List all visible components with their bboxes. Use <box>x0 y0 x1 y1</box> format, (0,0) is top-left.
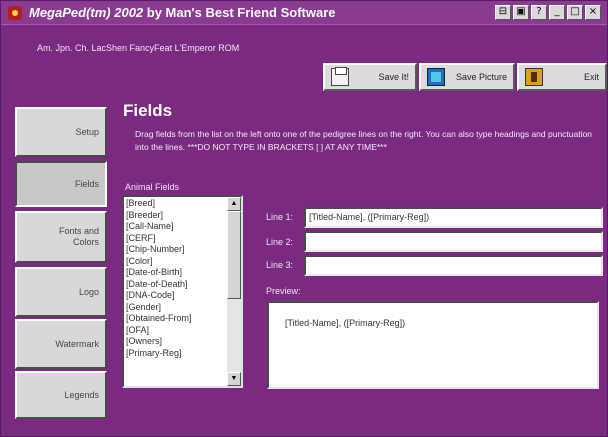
minimize-button[interactable]: _ <box>549 5 565 20</box>
sidebar: Setup Fields Fonts and Colors Logo Water… <box>15 107 107 419</box>
restore-layout-icon[interactable]: ⊟ <box>495 5 511 20</box>
scroll-down-arrow-icon[interactable]: ▼ <box>227 372 241 386</box>
sidebar-item-logo[interactable]: Logo <box>15 267 107 317</box>
picture-icon <box>427 68 445 86</box>
close-button[interactable]: × <box>585 5 601 20</box>
window-icon[interactable]: ▣ <box>513 5 529 20</box>
save-picture-button[interactable]: Save Picture <box>419 63 515 91</box>
line3-field[interactable] <box>304 255 603 276</box>
scroll-thumb[interactable] <box>227 211 241 299</box>
door-exit-icon <box>525 68 543 86</box>
list-item[interactable]: [Color] <box>126 256 226 268</box>
toolbar: Save It! Save Picture Exit <box>323 63 607 91</box>
animal-fields-label: Animal Fields <box>125 182 180 192</box>
list-item[interactable]: [Gender] <box>126 302 226 314</box>
line2-field[interactable] <box>304 231 603 252</box>
scroll-up-arrow-icon[interactable]: ▲ <box>227 197 241 211</box>
list-item[interactable]: [Breed] <box>126 198 226 210</box>
sidebar-item-watermark[interactable]: Watermark <box>15 319 107 369</box>
list-item[interactable]: [Breeder] <box>126 210 226 222</box>
list-item[interactable]: [Call-Name] <box>126 221 226 233</box>
page-title: Fields <box>123 101 173 120</box>
list-item[interactable]: [Chip-Number] <box>126 244 226 256</box>
sidebar-item-fields[interactable]: Fields <box>15 161 107 207</box>
exit-button[interactable]: Exit <box>517 63 607 91</box>
animal-fields-list[interactable]: [Breed] [Breeder] [Call-Name] [CERF] [Chip-N… <box>122 195 243 388</box>
list-item[interactable]: [CERF] <box>126 233 226 245</box>
printer-icon <box>331 67 349 86</box>
list-item[interactable]: [Date-of-Birth] <box>126 267 226 279</box>
dog-name-label: Am. Jpn. Ch. LacShen FancyFeat L'Emperor… <box>37 43 240 53</box>
preview-label: Preview: <box>266 286 301 296</box>
preview-text: [Titled-Name], ([Primary-Reg]) <box>285 318 406 328</box>
sidebar-item-setup[interactable]: Setup <box>15 107 107 157</box>
preview-box: [Titled-Name], ([Primary-Reg]) <box>267 301 599 389</box>
sidebar-item-legends[interactable]: Legends <box>15 371 107 419</box>
window-title: MegaPed(tm) 2002 by Man's Best Friend So… <box>29 5 336 20</box>
line1-label: Line 1: <box>266 212 294 222</box>
save-button[interactable]: Save It! <box>323 63 417 91</box>
line1-field[interactable]: [Titled-Name], ([Primary-Reg]) <box>304 207 603 228</box>
line3-label: Line 3: <box>266 260 294 270</box>
list-item[interactable]: [OFA] <box>126 325 226 337</box>
list-scrollbar[interactable]: ▲ ▼ <box>227 197 241 386</box>
list-item[interactable]: [DNA-Code] <box>126 290 226 302</box>
list-item[interactable]: [Date-of-Death] <box>126 279 226 291</box>
title-bar: MegaPed(tm) 2002 by Man's Best Friend So… <box>1 1 607 25</box>
app-window: MegaPed(tm) 2002 by Man's Best Friend So… <box>0 0 608 437</box>
list-item[interactable]: [Primary-Reg] <box>126 348 226 360</box>
list-item[interactable]: [Obtained-From] <box>126 313 226 325</box>
line2-label: Line 2: <box>266 237 294 247</box>
help-button[interactable]: ? <box>531 5 547 20</box>
paw-logo-icon <box>7 5 23 21</box>
sidebar-item-fonts-and-colors[interactable]: Fonts and Colors <box>15 211 107 263</box>
instructions-text: Drag fields from the list on the left on… <box>135 129 592 152</box>
list-item[interactable]: [Owners] <box>126 336 226 348</box>
maximize-button[interactable]: □ <box>567 5 583 20</box>
